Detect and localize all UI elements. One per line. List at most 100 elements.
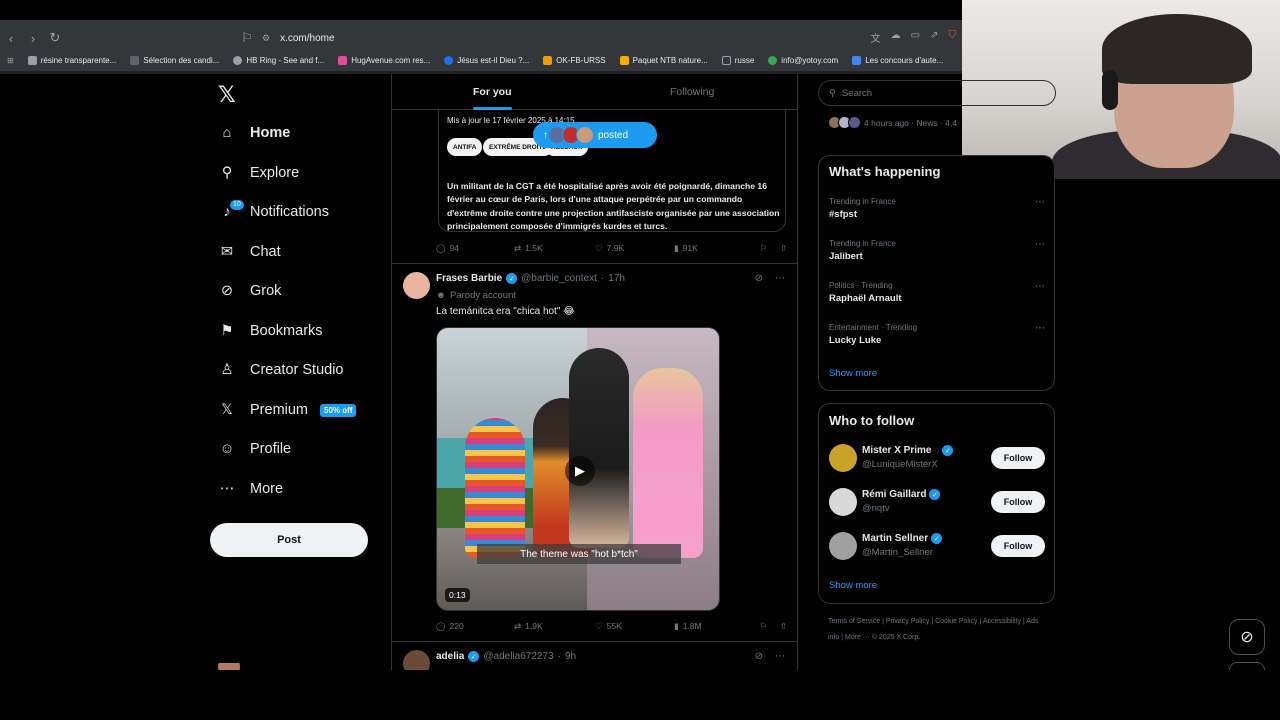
follow-suggestion[interactable]: Rémi Gaillard ✓ @nqtv Follow — [829, 488, 1045, 518]
show-more-link[interactable]: Show more — [829, 368, 877, 379]
more-options-icon[interactable]: ⋯ — [1035, 281, 1045, 292]
x-logo-icon[interactable]: 𝕏 — [218, 82, 236, 108]
avatar — [829, 532, 857, 560]
tab-for-you[interactable]: For you — [473, 74, 512, 110]
more-options-icon[interactable]: ⋯ — [1035, 197, 1045, 208]
like-button[interactable]: ♡ 55K — [595, 621, 674, 632]
bookmark-button[interactable]: ⚐ — [760, 621, 780, 632]
back-icon[interactable]: ‹ — [0, 27, 22, 49]
nav-profile[interactable]: ☺ Profile — [218, 434, 292, 464]
new-posts-pill[interactable]: ↑ posted — [533, 122, 657, 148]
repost-count: 1.9K — [525, 621, 543, 631]
forward-icon[interactable]: › — [22, 27, 44, 49]
bookmark-folder[interactable]: russe — [715, 56, 762, 65]
grok-explain-icon[interactable]: ⊘ — [755, 651, 763, 662]
cloud-icon[interactable]: ☁ — [891, 30, 901, 45]
tab-following[interactable]: Following — [670, 74, 714, 110]
bookmark-item[interactable]: résine transparente... — [21, 56, 124, 65]
tweet-time[interactable]: 17h — [608, 273, 625, 284]
bookmark-icon: ⚑ — [220, 323, 234, 339]
nav-notifications[interactable]: ♪ 10 Notifications — [218, 197, 329, 227]
author-handle[interactable]: @adelia672273 — [483, 651, 553, 662]
cast-icon[interactable]: ▭ — [911, 30, 920, 45]
share-button[interactable]: ⇧ — [780, 243, 787, 254]
nav-chat[interactable]: ✉ Chat — [218, 237, 281, 267]
nav-creator-studio[interactable]: ♙ Creator Studio — [218, 355, 344, 385]
bookmark-item[interactable]: OK-FB-URSS — [536, 56, 612, 65]
x-premium-icon: 𝕏 — [221, 402, 233, 418]
bookmark-item[interactable]: Les concours d'aute... — [845, 56, 950, 65]
tweet-tools: ⊘ ⋯ — [755, 651, 785, 662]
name-text: Rémi Gaillard — [862, 489, 927, 500]
nav-more[interactable]: ⋯ More — [218, 474, 283, 504]
bookmark-item[interactable]: Jésus est-il Dieu ?... — [437, 56, 536, 65]
apps-icon[interactable]: ⊞ — [0, 56, 21, 65]
bookmark-item[interactable]: HugAvenue.com res... — [331, 56, 437, 65]
author-handle[interactable]: @barbie_context — [521, 273, 597, 284]
bookmark-item[interactable]: HB Ring - See and f... — [226, 56, 331, 65]
author-name[interactable]: adelia — [436, 651, 464, 662]
trend-item[interactable]: Entertainment · Trending Lucky Luke ⋯ — [829, 323, 1045, 346]
views-button[interactable]: ▮ 1.8M — [674, 621, 760, 632]
play-icon[interactable]: ▶ — [565, 456, 595, 486]
follow-button[interactable]: Follow — [991, 535, 1045, 557]
news-item-meta[interactable]: 4 hours ago · News · 4,4 — [828, 116, 957, 129]
repost-button[interactable]: ⇄ 1.5K — [514, 243, 595, 254]
like-count: 55K — [606, 621, 622, 631]
chat-drawer-tab[interactable] — [1229, 662, 1265, 670]
url-text: x.com/home — [280, 32, 335, 44]
reply-button[interactable]: ◯ 220 — [436, 621, 514, 632]
like-button[interactable]: ♡ 7.9K — [595, 243, 674, 254]
more-options-icon[interactable]: ⋯ — [775, 651, 785, 662]
more-options-icon[interactable]: ⋯ — [775, 273, 785, 284]
grok-explain-icon[interactable]: ⊘ — [755, 273, 763, 284]
reply-button[interactable]: ◯ 94 — [436, 243, 514, 254]
views-button[interactable]: ▮ 91K — [674, 243, 760, 254]
nav-label: Explore — [250, 165, 300, 181]
site-info-icon[interactable]: ⚙ — [262, 33, 270, 44]
search-input[interactable]: ⚲ Search — [818, 80, 1056, 106]
avatar[interactable] — [403, 650, 430, 670]
verified-badge-icon: ✓ — [468, 651, 480, 662]
post-button[interactable]: Post — [210, 523, 368, 557]
footer-links[interactable]: Terms of Service | Privacy Policy | Cook… — [828, 614, 1044, 646]
trend-title: #sfpst — [829, 209, 857, 220]
bookmark-item[interactable]: info@yotoy.com — [761, 56, 845, 65]
nav-grok[interactable]: ⊘ Grok — [218, 276, 282, 306]
more-options-icon[interactable]: ⋯ — [1035, 239, 1045, 250]
bookmark-button[interactable]: ⚐ — [760, 243, 780, 254]
nav-home[interactable]: ⌂ Home — [218, 118, 291, 148]
grok-icon[interactable]: ⊘ — [1229, 619, 1265, 655]
translate-icon[interactable]: 文 — [871, 30, 881, 45]
bookmark-page-icon[interactable]: ⚐ — [236, 27, 258, 49]
nav-explore[interactable]: ⚲ Explore — [218, 158, 299, 188]
bookmark-item[interactable]: Paquet NTB nature... — [613, 56, 715, 65]
tweet-actions: ◯ 220 ⇄ 1.9K ♡ 55K ▮ 1.8M ⚐ ⇧ — [436, 619, 790, 633]
show-more-link[interactable]: Show more — [829, 580, 877, 591]
brave-shield-icon[interactable]: ⛉ — [949, 30, 957, 45]
avatar[interactable] — [403, 272, 430, 299]
bookmark-favicon — [444, 56, 454, 65]
follow-button[interactable]: Follow — [991, 491, 1045, 513]
separator-dot: · — [600, 273, 605, 284]
follow-suggestion[interactable]: Mister X Prime ◌ ✓ @LuniqueMisterX Follow — [829, 444, 1045, 474]
repost-button[interactable]: ⇄ 1.9K — [514, 621, 595, 632]
tweet-time[interactable]: 9h — [565, 651, 576, 662]
trend-item[interactable]: Politics · Trending Raphaël Arnault ⋯ — [829, 281, 1045, 304]
trend-title: Jalibert — [829, 251, 863, 262]
trend-item[interactable]: Trending in France Jalibert ⋯ — [829, 239, 1045, 262]
follow-button[interactable]: Follow — [991, 447, 1045, 469]
video-player[interactable]: ▶ The theme was "hot b*tch" 0:13 — [436, 327, 720, 611]
address-bar[interactable]: ⚙ x.com/home 文 ☁ ▭ ⇗ ⛉ — [262, 28, 962, 48]
follow-suggestion[interactable]: Martin Sellner ✓ @Martin_Sellner Follow — [829, 532, 1045, 562]
trend-item[interactable]: Trending in France #sfpst ⋯ — [829, 197, 1045, 220]
nav-bookmarks[interactable]: ⚑ Bookmarks — [218, 316, 323, 346]
nav-premium[interactable]: 𝕏 Premium 50% off — [218, 395, 357, 425]
share-icon[interactable]: ⇗ — [930, 30, 938, 45]
bookmark-item[interactable]: Sélection des candi... — [123, 56, 226, 65]
reload-icon[interactable]: ↻ — [44, 27, 66, 49]
author-name[interactable]: Frases Barbie — [436, 273, 502, 284]
share-button[interactable]: ⇧ — [780, 621, 787, 632]
nav-label: Premium — [250, 402, 309, 418]
more-options-icon[interactable]: ⋯ — [1035, 323, 1045, 334]
